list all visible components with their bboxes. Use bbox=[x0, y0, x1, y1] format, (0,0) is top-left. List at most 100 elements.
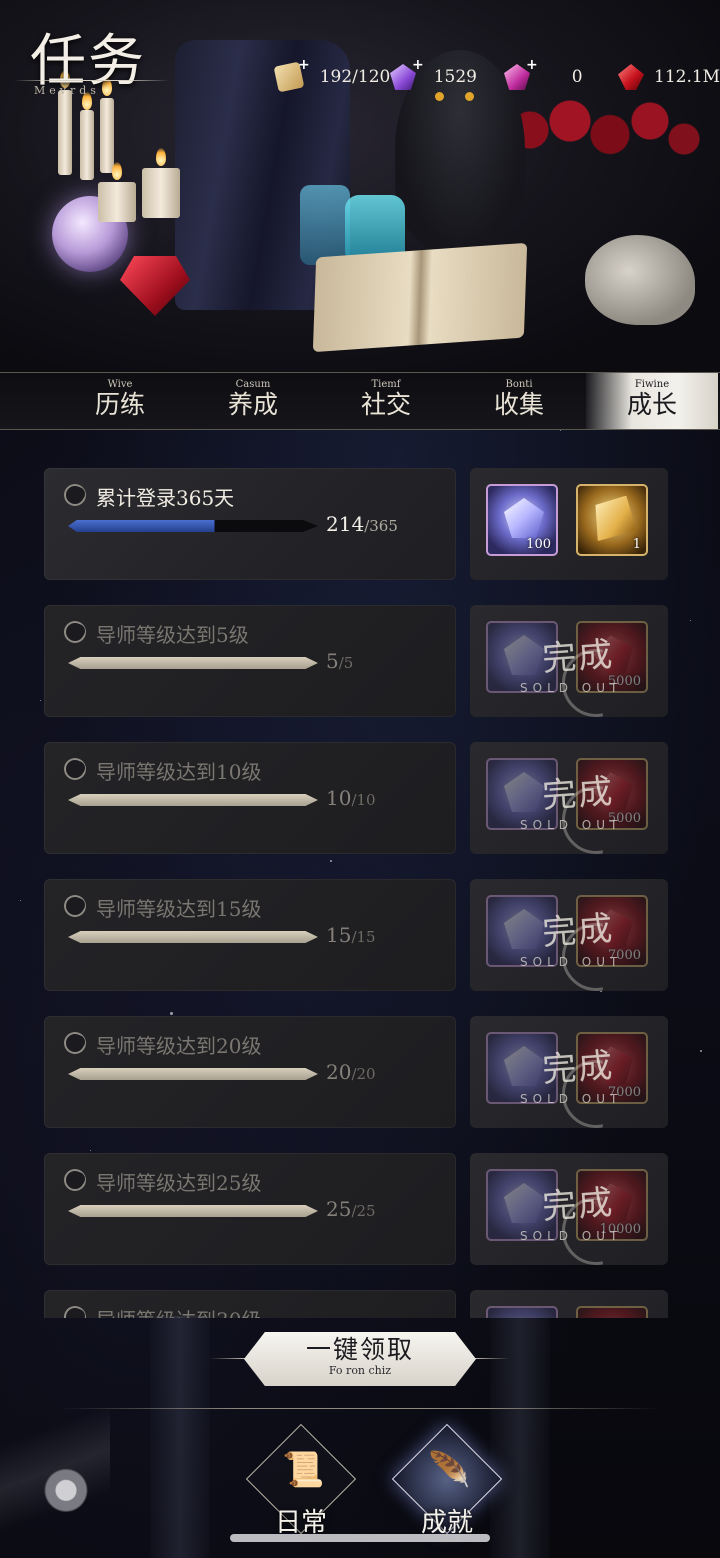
task-list[interactable]: 累计登录365天 214/365 100 1 导师等级达到5级 5/5 5000 完成 SOLD… bbox=[0, 428, 720, 1318]
tab-zh-label: 社交 bbox=[360, 390, 411, 419]
task-progress-value: 20/20 bbox=[326, 1060, 376, 1084]
tab-wive[interactable]: Wive 历练 bbox=[54, 373, 186, 429]
crescent-moon-icon bbox=[64, 895, 86, 917]
reward-slot[interactable]: 10000 bbox=[576, 1169, 648, 1241]
task-info-panel: 导师等级达到5级 5/5 bbox=[44, 605, 456, 717]
currency-value: 0 bbox=[571, 67, 583, 87]
task-info-panel: 导师等级达到10级 10/10 bbox=[44, 742, 456, 854]
header-banner: 任务 Mevrds + 192/120 + 1529 + 0 112.1M bbox=[0, 0, 720, 372]
task-row[interactable]: 导师等级达到30级完成SOLD OUT bbox=[44, 1290, 668, 1318]
crystal-icon bbox=[504, 498, 544, 538]
candle-flame bbox=[156, 148, 166, 166]
task-row[interactable]: 导师等级达到10级 10/10 5000 完成 SOLD OUT bbox=[44, 742, 668, 854]
pillar-decoration bbox=[150, 1316, 210, 1558]
task-row[interactable]: 导师等级达到25级 25/25 10000 完成 SOLD OUT bbox=[44, 1153, 668, 1265]
reward-slot[interactable]: 100 bbox=[486, 484, 558, 556]
task-progress-bar bbox=[68, 1205, 318, 1217]
candle-art bbox=[142, 168, 180, 218]
reward-slot[interactable]: 5000 bbox=[576, 621, 648, 693]
tab-fiwine[interactable]: Fiwine 成长 bbox=[586, 373, 718, 429]
task-title: 导师等级达到15级 bbox=[96, 897, 262, 921]
candle-art bbox=[80, 110, 94, 180]
crystal-icon bbox=[504, 772, 544, 812]
potion-bottle-art bbox=[300, 185, 350, 265]
cat-eye bbox=[435, 92, 444, 101]
task-info-panel: 导师等级达到20级 20/20 bbox=[44, 1016, 456, 1128]
task-progress-value: 5/5 bbox=[326, 649, 353, 673]
reward-qty: 5000 bbox=[607, 811, 641, 826]
candle-art bbox=[98, 182, 136, 222]
claim-line-left bbox=[210, 1358, 246, 1359]
progress-max: /25 bbox=[351, 1202, 376, 1220]
task-rewards-panel: 完成SOLD OUT bbox=[470, 1290, 668, 1318]
tab-bonti[interactable]: Bonti 收集 bbox=[453, 373, 585, 429]
add-plus-icon[interactable]: + bbox=[298, 57, 310, 73]
currency-purple-gem[interactable]: + 1529 bbox=[390, 57, 477, 92]
reward-slot[interactable]: 1 bbox=[576, 484, 648, 556]
candle-flame bbox=[112, 162, 122, 180]
progress-current: 20 bbox=[326, 1060, 352, 1084]
reward-slot[interactable] bbox=[486, 621, 558, 693]
reward-slot[interactable] bbox=[486, 1032, 558, 1104]
task-rewards-panel: 7000 完成 SOLD OUT bbox=[470, 879, 668, 991]
candle-art bbox=[100, 98, 114, 173]
reward-slot[interactable] bbox=[486, 1169, 558, 1241]
reward-qty: 7000 bbox=[607, 948, 641, 963]
scroll-icon: 📜 bbox=[282, 1450, 325, 1490]
task-rewards-panel: 10000 完成 SOLD OUT bbox=[470, 1153, 668, 1265]
golden-ticket-icon bbox=[591, 495, 637, 541]
home-indicator[interactable] bbox=[230, 1534, 490, 1542]
crystal-icon bbox=[504, 1183, 544, 1223]
rose-decoration bbox=[0, 1380, 110, 1558]
candle-art bbox=[58, 90, 72, 175]
page-subtitle: Mevrds bbox=[34, 84, 100, 97]
task-row[interactable]: 导师等级达到15级 15/15 7000 完成 SOLD OUT bbox=[44, 879, 668, 991]
task-info-panel: 累计登录365天 214/365 bbox=[44, 468, 456, 580]
cat-eye bbox=[465, 92, 474, 101]
crescent-moon-icon bbox=[64, 1306, 86, 1318]
currency-ticket[interactable]: + 192/120 bbox=[273, 57, 390, 93]
tab-casum[interactable]: Casum 养成 bbox=[187, 373, 319, 429]
task-title: 导师等级达到25级 bbox=[96, 1171, 262, 1195]
task-row[interactable]: 导师等级达到5级 5/5 5000 完成 SOLD OUT bbox=[44, 605, 668, 717]
task-progress-bar bbox=[68, 520, 318, 532]
add-plus-icon[interactable]: + bbox=[526, 57, 538, 73]
reward-slot[interactable]: 7000 bbox=[576, 1032, 648, 1104]
progress-current: 214 bbox=[326, 512, 365, 536]
task-progress-bar bbox=[68, 794, 318, 806]
nav-daily-button[interactable]: 📜 日常 bbox=[245, 1423, 357, 1540]
task-row[interactable]: 累计登录365天 214/365 100 1 bbox=[44, 468, 668, 580]
task-info-panel: 导师等级达到30级 bbox=[44, 1290, 456, 1318]
nav-achievement-button[interactable]: 🪶 成就 bbox=[391, 1423, 503, 1540]
spellbook-art bbox=[312, 242, 528, 353]
progress-current: 10 bbox=[326, 786, 352, 810]
crescent-moon-icon bbox=[64, 758, 86, 780]
task-progress-value: 25/25 bbox=[326, 1197, 376, 1221]
tab-zh-label: 成长 bbox=[626, 390, 677, 419]
crescent-moon-icon bbox=[64, 1032, 86, 1054]
task-row[interactable]: 导师等级达到20级 20/20 7000 完成 SOLD OUT bbox=[44, 1016, 668, 1128]
reward-slot[interactable] bbox=[486, 758, 558, 830]
tab-tiemf[interactable]: Tiemf 社交 bbox=[320, 373, 452, 429]
tab-zh-label: 历练 bbox=[94, 390, 145, 419]
progress-max: /5 bbox=[338, 654, 354, 672]
progress-max: /20 bbox=[351, 1065, 376, 1083]
progress-fill bbox=[68, 520, 215, 532]
reward-slot[interactable]: 7000 bbox=[576, 895, 648, 967]
category-tabs: Wive 历练 Casum 养成 Tiemf 社交 Bonti 收集 Fiwin… bbox=[0, 372, 720, 430]
reward-qty: 1 bbox=[632, 537, 641, 552]
ruby-icon bbox=[591, 1043, 637, 1089]
currency-pink-gem[interactable]: + 0 bbox=[504, 57, 583, 92]
reward-slot[interactable]: 5000 bbox=[576, 758, 648, 830]
reward-slot[interactable] bbox=[576, 1306, 648, 1318]
reward-slot[interactable] bbox=[486, 895, 558, 967]
progress-fill bbox=[68, 657, 318, 669]
crescent-moon-icon bbox=[64, 1169, 86, 1191]
currency-value: 112.1M bbox=[654, 67, 720, 87]
progress-fill bbox=[68, 794, 318, 806]
add-plus-icon[interactable]: + bbox=[412, 57, 424, 73]
title-underline bbox=[14, 80, 169, 81]
currency-value: 1529 bbox=[433, 67, 477, 87]
ruby-icon bbox=[591, 632, 637, 678]
claim-all-button[interactable]: 一键领取 Fo ron chiz bbox=[244, 1332, 476, 1386]
